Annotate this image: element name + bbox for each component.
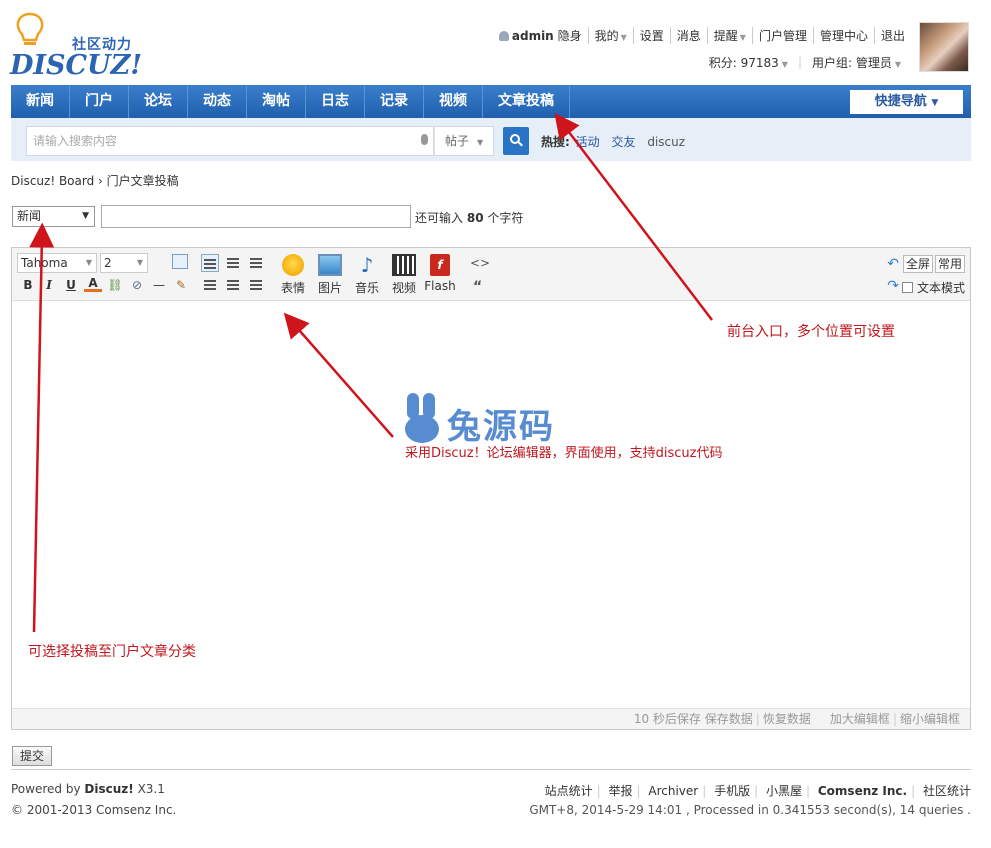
- arrow-to-toolbar: [283, 312, 394, 438]
- arrow-to-category: [29, 222, 55, 633]
- arrow-to-nav: [554, 113, 713, 321]
- annotation-entry: 前台入口，多个位置可设置: [727, 324, 895, 340]
- annotation-category: 可选择投稿至门户文章分类: [28, 644, 196, 660]
- annotation-editor: 采用Discuz！论坛编辑器，界面使用，支持discuz代码: [405, 446, 723, 461]
- annotation-arrows: [29, 113, 713, 633]
